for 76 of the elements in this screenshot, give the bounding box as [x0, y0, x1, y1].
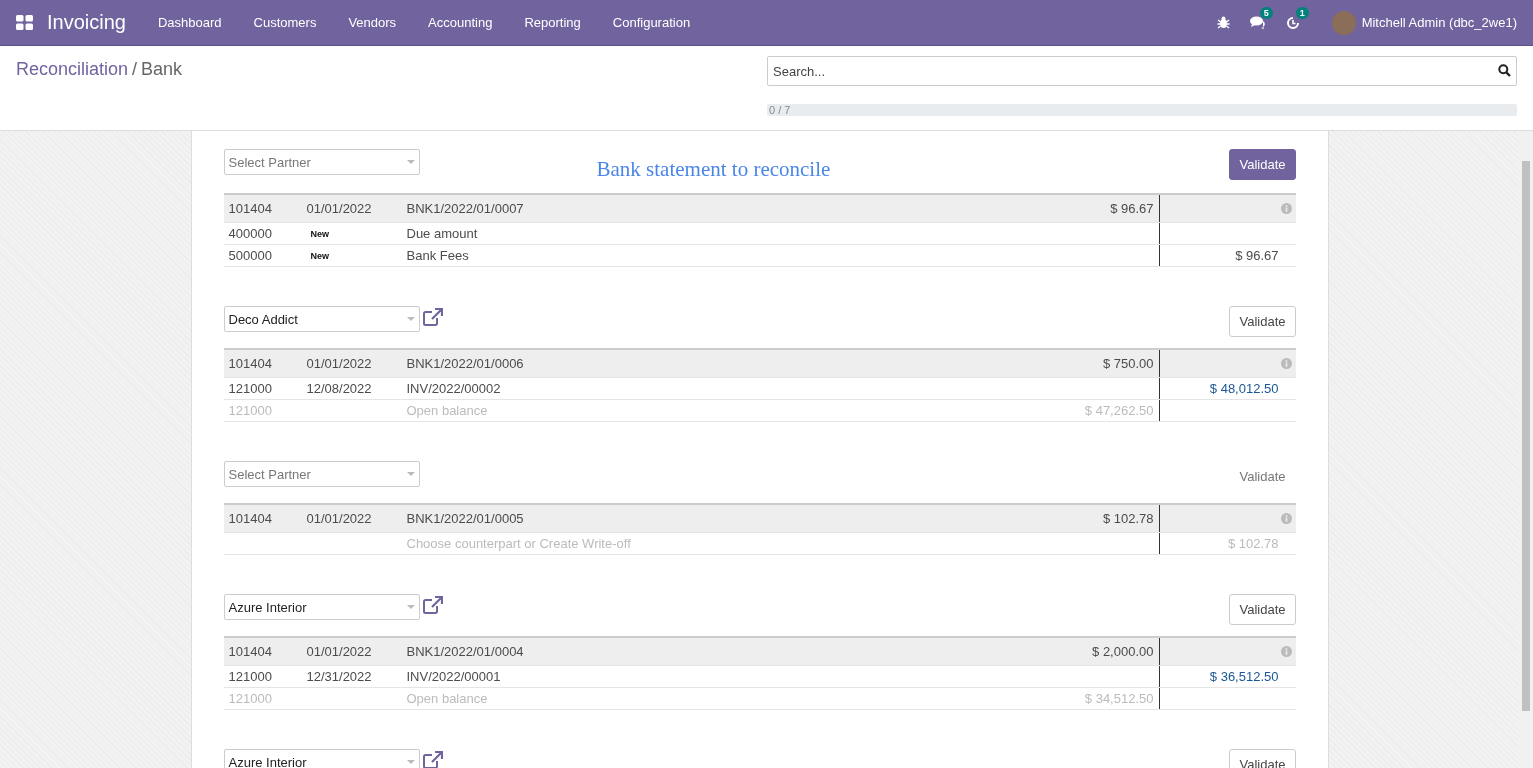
open-balance-amount: $ 34,512.50: [1084, 691, 1154, 706]
open-balance-amount: $ 47,262.50: [1084, 403, 1154, 418]
account-cell: 500000: [228, 248, 272, 263]
counterpart-amount: $ 96.67: [1235, 248, 1279, 263]
account-cell: 101404: [228, 201, 272, 216]
menu-item[interactable]: Reporting: [508, 15, 597, 30]
date-cell: 01/01/2022: [306, 644, 372, 659]
user-name[interactable]: Mitchell Admin (dbc_2we1): [1361, 15, 1517, 30]
search-icon[interactable]: [1498, 64, 1511, 77]
label-cell: Bank Fees: [406, 248, 469, 263]
date-cell: 01/01/2022: [306, 356, 372, 371]
external-link-icon[interactable]: [422, 596, 443, 614]
amount-cell: $ 96.67: [1110, 201, 1154, 216]
new-label: New: [309, 250, 329, 261]
external-link-icon[interactable]: [422, 308, 443, 326]
caret-icon: [406, 472, 415, 476]
partner-select[interactable]: Select Partner: [223, 461, 420, 487]
progress-label: 0 / 7: [768, 104, 791, 116]
menu-item[interactable]: Vendors: [332, 15, 413, 30]
caret-icon: [406, 605, 415, 609]
amount-cell: $ 2,000.00: [1092, 644, 1154, 659]
validate-button[interactable]: Validate: [1229, 306, 1296, 337]
menu-item[interactable]: Configuration: [596, 15, 707, 30]
validate-button[interactable]: Validate: [1229, 149, 1296, 180]
amount-cell: $ 750.00: [1102, 356, 1154, 371]
new-label: New: [309, 228, 329, 239]
breadcrumb-separator: /: [132, 59, 138, 80]
menu-item[interactable]: Accounting: [412, 15, 509, 30]
menu-item[interactable]: Dashboard: [141, 15, 238, 30]
validate-button[interactable]: Validate: [1229, 594, 1296, 625]
reference-cell: BNK1/2022/01/0006: [406, 356, 524, 371]
reference-cell: BNK1/2022/01/0005: [406, 511, 524, 526]
account-cell: 121000: [228, 403, 272, 418]
clock-icon[interactable]: [1285, 15, 1300, 30]
counterpart-amount[interactable]: $ 48,012.50: [1209, 381, 1279, 396]
label-cell: Open balance: [406, 403, 488, 418]
account-cell: 101404: [228, 644, 272, 659]
date-cell: 12/08/2022: [306, 381, 372, 396]
partner-select[interactable]: Azure Interior: [223, 749, 420, 768]
account-cell: 400000: [228, 226, 272, 241]
amount-cell: $ 102.78: [1102, 511, 1154, 526]
counterpart-amount: $ 102.78: [1227, 536, 1279, 551]
label-cell: Due amount: [406, 226, 478, 241]
reference-cell: BNK1/2022/01/0004: [406, 644, 524, 659]
counterpart-amount[interactable]: $ 36,512.50: [1209, 669, 1279, 684]
account-cell: 101404: [228, 356, 272, 371]
account-cell: 121000: [228, 691, 272, 706]
label-cell: Open balance: [406, 691, 488, 706]
scrollbar[interactable]: [1519, 131, 1533, 768]
partner-select[interactable]: Deco Addict: [223, 306, 420, 332]
message-count: 5: [1259, 7, 1273, 19]
breadcrumb-current: Bank: [141, 59, 183, 80]
apps-grid-icon[interactable]: [16, 15, 33, 30]
account-cell: 121000: [228, 669, 272, 684]
activity-count: 1: [1295, 6, 1309, 19]
external-link-icon[interactable]: [422, 751, 443, 768]
caret-icon: [406, 317, 415, 321]
bug-icon[interactable]: [1216, 16, 1230, 29]
breadcrumb-link[interactable]: Reconciliation: [16, 59, 129, 80]
reference-cell: INV/2022/00001: [406, 669, 501, 684]
search-field[interactable]: Search...: [767, 56, 1517, 86]
app-name[interactable]: Invoicing: [47, 11, 126, 34]
date-cell: 01/01/2022: [306, 201, 372, 216]
page-title: Bank statement to reconcile: [596, 157, 831, 182]
menu-item[interactable]: Customers: [237, 15, 333, 30]
account-cell: 121000: [228, 381, 272, 396]
date-cell: 01/01/2022: [306, 511, 372, 526]
partner-select[interactable]: Azure Interior: [223, 594, 420, 620]
chat-icon[interactable]: [1249, 16, 1266, 29]
caret-icon: [406, 760, 415, 764]
partner-select[interactable]: Select Partner: [223, 149, 420, 175]
account-cell: 101404: [228, 511, 272, 526]
caret-icon: [406, 160, 415, 164]
reference-cell: BNK1/2022/01/0007: [406, 201, 524, 216]
date-cell: 12/31/2022: [306, 669, 372, 684]
reference-cell: INV/2022/00002: [406, 381, 501, 396]
